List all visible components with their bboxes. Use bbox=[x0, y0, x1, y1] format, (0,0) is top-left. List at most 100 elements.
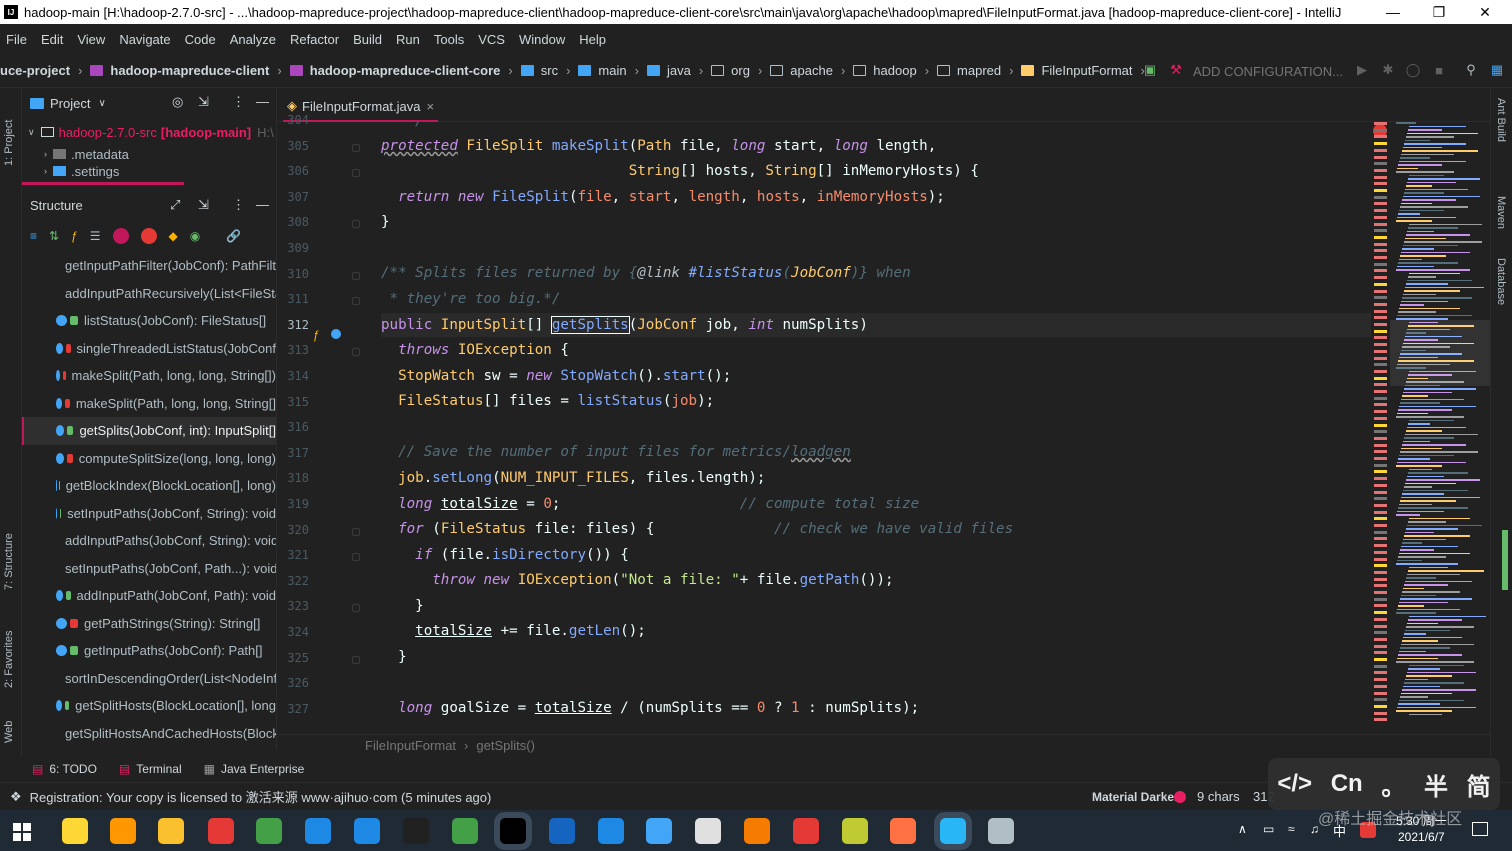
error-stripe-mark[interactable] bbox=[1374, 450, 1387, 454]
error-stripe-mark[interactable] bbox=[1374, 557, 1387, 561]
error-stripe-mark[interactable] bbox=[1374, 242, 1387, 246]
line-number[interactable]: 316 bbox=[281, 420, 309, 434]
app-yellow-icon[interactable] bbox=[842, 818, 868, 844]
line-number[interactable]: 314 bbox=[281, 369, 309, 383]
structure-item[interactable]: singleThreadedListStatus(JobConf bbox=[22, 335, 276, 363]
error-stripe-mark[interactable] bbox=[1374, 463, 1387, 467]
error-stripe-mark[interactable] bbox=[1374, 296, 1387, 300]
error-stripe-mark[interactable] bbox=[1374, 162, 1387, 166]
options-menu-icon[interactable]: ⋮ bbox=[232, 94, 245, 110]
error-stripe-mark[interactable] bbox=[1374, 510, 1387, 514]
expanded-arrow-icon[interactable]: ∨ bbox=[28, 127, 35, 138]
error-stripe-mark[interactable] bbox=[1374, 530, 1387, 534]
stop-icon[interactable]: ■ bbox=[1431, 62, 1447, 78]
error-stripe-mark[interactable] bbox=[1374, 262, 1387, 266]
error-stripe-mark[interactable] bbox=[1374, 457, 1387, 460]
fold-marker-icon[interactable] bbox=[352, 271, 360, 280]
breadcrumb-uce-project[interactable]: uce-project › bbox=[0, 63, 90, 78]
fold-marker-icon[interactable] bbox=[352, 143, 360, 152]
line-number[interactable]: 308 bbox=[281, 215, 309, 229]
error-stripe-mark[interactable] bbox=[1374, 249, 1387, 253]
error-stripe-mark[interactable] bbox=[1374, 316, 1387, 320]
error-stripe-mark[interactable] bbox=[1374, 148, 1387, 152]
error-stripe-mark[interactable] bbox=[1374, 524, 1387, 527]
run-anything-icon[interactable]: ▣ bbox=[1142, 62, 1158, 78]
error-stripe-mark[interactable] bbox=[1374, 631, 1387, 635]
structure-item[interactable]: getInputPathFilter(JobConf): PathFilter bbox=[22, 252, 276, 280]
menu-help[interactable]: Help bbox=[579, 32, 606, 47]
intellij-icon[interactable] bbox=[494, 812, 532, 850]
structure-item[interactable]: getBlockIndex(BlockLocation[], long) bbox=[22, 472, 276, 500]
windows-start-icon[interactable] bbox=[13, 823, 31, 841]
line-number[interactable]: 309 bbox=[281, 241, 309, 255]
error-stripe-mark[interactable] bbox=[1374, 168, 1387, 172]
error-stripe-mark[interactable] bbox=[1374, 604, 1387, 608]
menu-file[interactable]: File bbox=[6, 32, 27, 47]
error-stripe-mark[interactable] bbox=[1374, 336, 1387, 340]
line-number[interactable]: 326 bbox=[281, 676, 309, 690]
error-stripe-mark[interactable] bbox=[1374, 658, 1387, 661]
tool-tab-ant-build[interactable]: Ant Build bbox=[1495, 98, 1507, 142]
breadcrumb-apache[interactable]: apache › bbox=[770, 63, 853, 78]
build-hammer-icon[interactable]: ⚒ bbox=[1168, 62, 1184, 78]
error-stripe-mark[interactable] bbox=[1374, 637, 1387, 641]
error-stripe-mark[interactable] bbox=[1374, 584, 1387, 588]
fold-marker-icon[interactable] bbox=[352, 297, 360, 306]
steam-icon[interactable] bbox=[549, 818, 575, 844]
error-stripe-mark[interactable] bbox=[1374, 691, 1387, 695]
error-stripe-mark[interactable] bbox=[1374, 202, 1387, 206]
search-icon[interactable]: ⚲ bbox=[1463, 62, 1479, 78]
error-stripe-mark[interactable] bbox=[1374, 209, 1387, 213]
error-stripe-mark[interactable] bbox=[1374, 329, 1387, 333]
error-stripe-mark[interactable] bbox=[1374, 403, 1387, 407]
tool-tab-todo[interactable]: 6: TODO bbox=[49, 762, 97, 776]
app-orange-icon[interactable] bbox=[890, 818, 916, 844]
expand-icon[interactable]: ⤢ bbox=[170, 197, 180, 213]
netease-music-icon[interactable] bbox=[793, 818, 819, 844]
tool-tab-java-enterprise[interactable]: Java Enterprise bbox=[221, 762, 304, 776]
structure-item[interactable]: setInputPaths(JobConf, String): void bbox=[22, 500, 276, 528]
error-stripe-mark[interactable] bbox=[1374, 591, 1387, 594]
structure-item[interactable]: makeSplit(Path, long, long, String[]) bbox=[22, 362, 276, 390]
breadcrumb-hadoop[interactable]: hadoop › bbox=[853, 63, 937, 78]
error-stripe-mark[interactable] bbox=[1374, 564, 1387, 568]
line-number[interactable]: 313 bbox=[281, 343, 309, 357]
error-stripe-mark[interactable] bbox=[1374, 122, 1387, 125]
error-stripe-mark[interactable] bbox=[1374, 343, 1387, 347]
error-stripe-mark[interactable] bbox=[1374, 483, 1387, 487]
fold-marker-icon[interactable] bbox=[352, 655, 360, 664]
error-stripe-mark[interactable] bbox=[1374, 142, 1387, 146]
app-kite-icon[interactable] bbox=[934, 812, 972, 850]
breadcrumb-method[interactable]: getSplits() bbox=[476, 738, 535, 753]
breadcrumb-hadoop-mapreduce-client-core[interactable]: hadoop-mapreduce-client-core › bbox=[289, 63, 521, 78]
structure-item[interactable]: getSplitHostsAndCachedHosts(Block bbox=[22, 720, 276, 748]
error-stripe-mark[interactable] bbox=[1374, 195, 1387, 199]
error-stripe-mark[interactable] bbox=[1374, 644, 1387, 648]
menu-build[interactable]: Build bbox=[353, 32, 382, 47]
menu-vcs[interactable]: VCS bbox=[478, 32, 505, 47]
menu-run[interactable]: Run bbox=[396, 32, 420, 47]
locate-target-icon[interactable]: ◎ bbox=[172, 94, 183, 110]
app-green-icon[interactable] bbox=[452, 818, 478, 844]
tool-tab-database[interactable]: Database bbox=[1495, 258, 1507, 305]
line-number[interactable]: 318 bbox=[281, 471, 309, 485]
hide-panel-icon[interactable]: — bbox=[256, 94, 269, 109]
chevron-down-icon[interactable]: ∨ bbox=[98, 98, 105, 109]
breadcrumb-class[interactable]: FileInputFormat bbox=[365, 738, 456, 753]
line-number[interactable]: 307 bbox=[281, 190, 309, 204]
search-app-icon[interactable] bbox=[110, 818, 136, 844]
theme-label[interactable]: Material Darker bbox=[1092, 790, 1179, 804]
show-lambdas-icon[interactable]: ◆ bbox=[169, 229, 178, 243]
ime-language[interactable]: Cn bbox=[1331, 770, 1363, 798]
error-stripe-mark[interactable] bbox=[1374, 490, 1387, 494]
error-stripe-mark[interactable] bbox=[1374, 443, 1387, 447]
error-stripe-mark[interactable] bbox=[1374, 396, 1387, 400]
breadcrumb-java[interactable]: java › bbox=[646, 63, 711, 78]
structure-item[interactable]: setInputPaths(JobConf, Path...): void bbox=[22, 555, 276, 583]
structure-item[interactable]: makeSplit(Path, long, long, String[] bbox=[22, 390, 276, 418]
line-number[interactable]: 312 bbox=[281, 318, 309, 332]
collapsed-arrow-icon[interactable]: › bbox=[44, 166, 47, 176]
error-stripe-mark[interactable] bbox=[1374, 503, 1387, 507]
error-stripe-mark[interactable] bbox=[1374, 617, 1387, 621]
error-stripe-mark[interactable] bbox=[1374, 235, 1387, 239]
